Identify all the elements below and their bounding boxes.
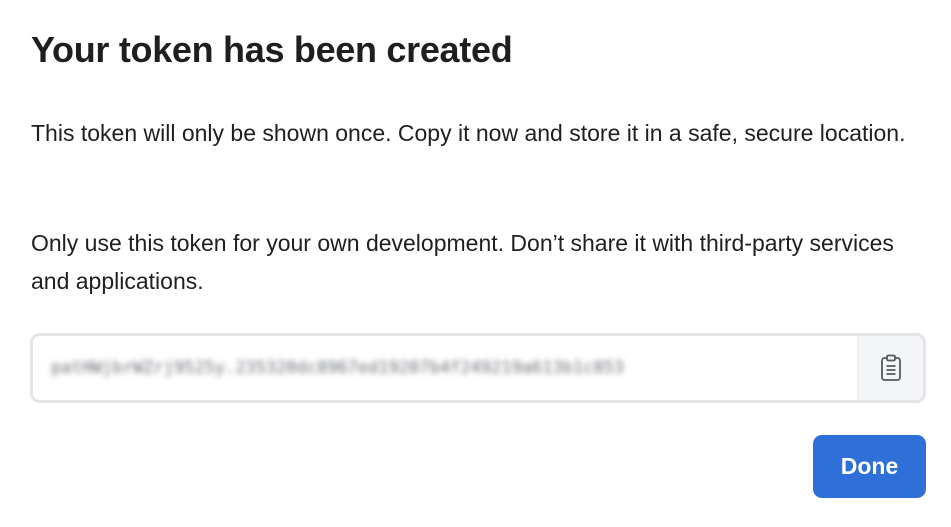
shown-once-message: This token will only be shown once. Copy… <box>31 120 906 146</box>
clipboard-icon <box>879 354 903 382</box>
token-created-dialog: Your token has been created This token w… <box>0 0 951 527</box>
usage-warning-message: Only use this token for your own develop… <box>31 230 894 294</box>
copy-token-button[interactable] <box>857 336 923 400</box>
token-copy-field <box>30 333 926 403</box>
done-button[interactable]: Done <box>813 435 926 498</box>
token-input[interactable] <box>33 336 857 400</box>
dialog-title: Your token has been created <box>31 29 513 70</box>
